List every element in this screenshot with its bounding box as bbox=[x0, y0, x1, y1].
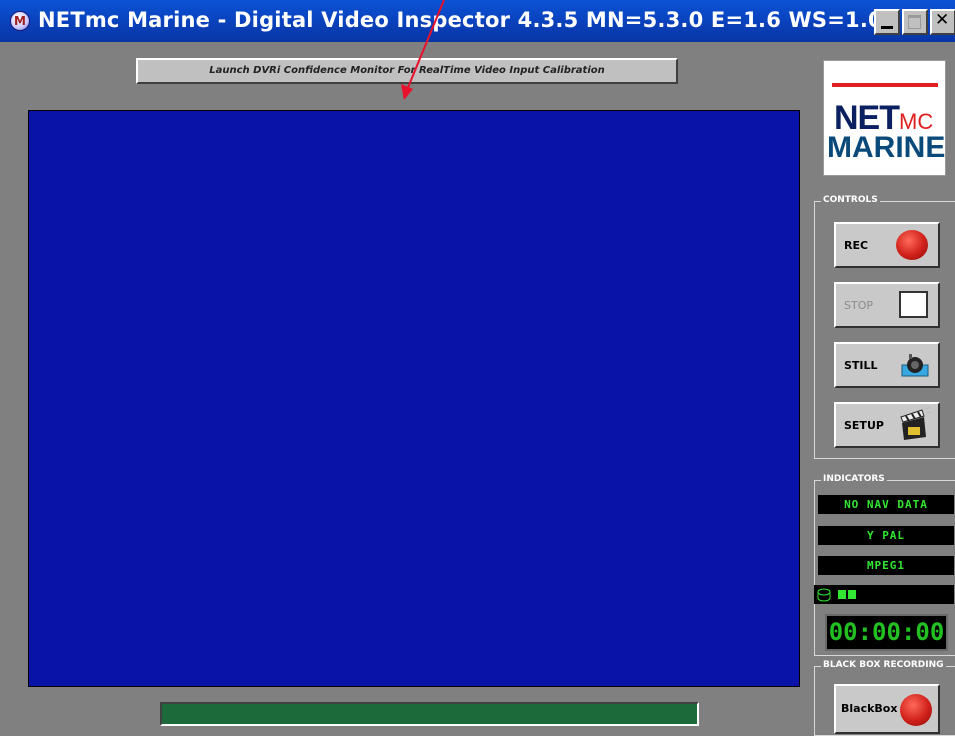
disk-icon bbox=[817, 588, 831, 602]
netmc-marine-logo: NETMC MARINE bbox=[823, 60, 946, 176]
disk-level-block bbox=[848, 590, 856, 599]
annotation-arrow bbox=[401, 0, 445, 100]
still-button[interactable]: STILL bbox=[834, 342, 940, 388]
codec-indicator: MPEG1 bbox=[818, 556, 954, 575]
disk-level-block bbox=[838, 590, 846, 599]
video-standard-text: PAL bbox=[882, 529, 906, 542]
still-button-label: STILL bbox=[844, 359, 878, 372]
stop-button-label: STOP bbox=[844, 299, 873, 312]
setup-button-label: SETUP bbox=[844, 419, 884, 432]
record-icon bbox=[900, 694, 932, 726]
clapperboard-icon bbox=[900, 407, 932, 440]
stop-button[interactable]: STOP bbox=[834, 282, 940, 328]
nav-data-indicator: NO NAV DATA bbox=[818, 495, 954, 514]
setup-button[interactable]: SETUP bbox=[834, 402, 940, 448]
antenna-icon: Y bbox=[866, 529, 875, 542]
record-icon bbox=[896, 230, 928, 260]
camera-icon bbox=[901, 354, 929, 377]
video-standard-indicator: Y PAL bbox=[818, 526, 954, 545]
blackbox-group-label: BLACK BOX RECORDING bbox=[821, 660, 946, 670]
controls-group-label: CONTROLS bbox=[821, 195, 880, 205]
rec-button-label: REC bbox=[844, 239, 869, 252]
logo-accent-bar bbox=[832, 83, 938, 87]
indicators-group-label: INDICATORS bbox=[821, 474, 887, 484]
rec-button[interactable]: REC bbox=[834, 222, 940, 268]
stop-icon bbox=[899, 291, 928, 318]
logo-marine-text: MARINE bbox=[827, 131, 946, 164]
blackbox-button[interactable]: BlackBox bbox=[834, 684, 940, 734]
timecode-display: 00:00:00 bbox=[825, 614, 948, 651]
blackbox-button-label: BlackBox bbox=[841, 702, 898, 715]
disk-usage-indicator bbox=[814, 585, 954, 604]
